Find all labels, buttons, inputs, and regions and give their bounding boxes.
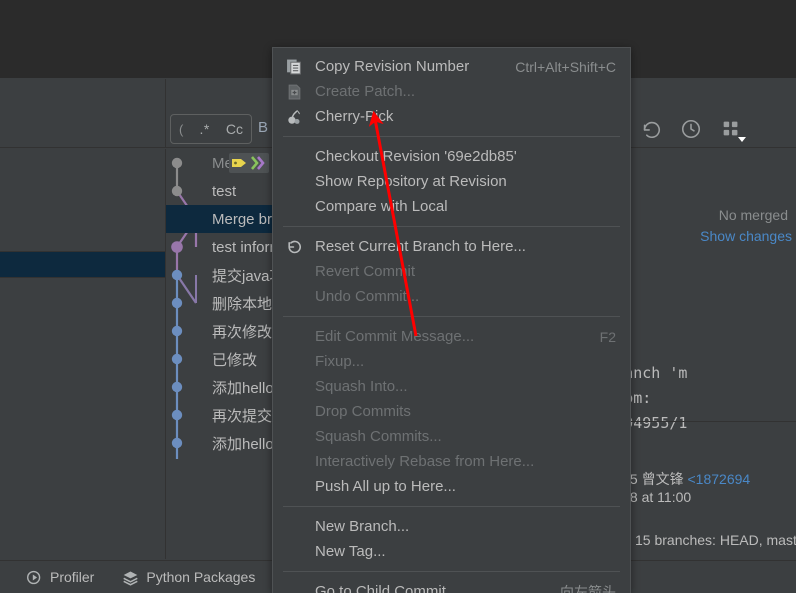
status-item-label: Python Packages <box>146 569 256 585</box>
commit-message-line: ithub.com: <box>627 389 652 407</box>
commit-context-menu[interactable]: Copy Revision Number Ctrl+Alt+Shift+C Cr… <box>272 47 631 593</box>
commit-author-email[interactable]: <1872694 <box>688 471 751 487</box>
menu-separator <box>283 506 620 507</box>
menu-item-new-tag[interactable]: New Tag... <box>273 539 630 564</box>
menu-item-label: Compare with Local <box>315 198 448 215</box>
left-pane-divider-bottom <box>0 277 165 278</box>
menu-item-squash-into: Squash Into... <box>273 374 630 399</box>
details-panel-divider <box>627 421 796 422</box>
menu-item-squash-commits: Squash Commits... <box>273 424 630 449</box>
menu-item-label: Undo Commit... <box>315 288 420 305</box>
menu-item-reset-current-branch-to-here[interactable]: Reset Current Branch to Here... <box>273 234 630 259</box>
menu-item-push-all-up-to-here[interactable]: Push All up to Here... <box>273 474 630 499</box>
menu-item-label: Checkout Revision '69e2db85' <box>315 148 517 165</box>
menu-item-label: Go to Child Commit <box>315 583 446 593</box>
menu-item-accel: F2 <box>599 328 616 345</box>
commit-author-line: e2db85 曾文锋 <1872694 <box>627 469 750 489</box>
menu-item-label: Fixup... <box>315 353 365 370</box>
regex-paren-label: ( <box>179 121 184 137</box>
history-icon[interactable] <box>680 118 702 140</box>
patch-icon <box>288 84 301 99</box>
menu-item-compare-with-local[interactable]: Compare with Local <box>273 194 630 219</box>
commit-message-label: test <box>212 182 237 200</box>
toolbar-icon-group <box>640 118 746 142</box>
app-window: ( .* Cc B test Merge bra test inform 提交j… <box>0 0 796 593</box>
menu-item-copy-revision-number[interactable]: Copy Revision Number Ctrl+Alt+Shift+C <box>273 54 630 79</box>
commit-message-label: 已修改 <box>212 351 258 369</box>
menu-item-label: Push All up to Here... <box>315 478 456 495</box>
branch-filter-label[interactable]: B <box>258 119 268 136</box>
commit-date-line: 20/9/28 at 11:00 <box>627 489 692 505</box>
menu-item-label: New Tag... <box>315 543 386 560</box>
packages-icon <box>123 571 139 586</box>
commit-message-line: erge branch 'm <box>627 364 688 382</box>
menu-item-checkout-revision[interactable]: Checkout Revision '69e2db85' <box>273 144 630 169</box>
commit-hash-author: e2db85 曾文锋 <box>627 471 684 487</box>
reset-icon <box>288 240 302 253</box>
left-pane-selected-row[interactable] <box>0 252 165 277</box>
profiler-icon <box>27 570 41 584</box>
grid-dropdown-icon[interactable] <box>720 118 746 142</box>
no-merged-label: No merged <box>718 207 788 223</box>
menu-item-new-branch[interactable]: New Branch... <box>273 514 630 539</box>
menu-item-interactively-rebase-from-here: Interactively Rebase from Here... <box>273 449 630 474</box>
regex-filter-box[interactable]: ( .* Cc <box>170 114 252 144</box>
menu-item-label: Squash Commits... <box>315 428 442 445</box>
commit-branches-line: 15 branches: HEAD, mast <box>635 532 796 548</box>
match-case-label: Cc <box>225 121 243 137</box>
menu-item-fixup: Fixup... <box>273 349 630 374</box>
menu-item-show-repository-at-revision[interactable]: Show Repository at Revision <box>273 169 630 194</box>
menu-item-label: Cherry-Pick <box>315 108 394 125</box>
menu-item-label: Reset Current Branch to Here... <box>315 238 526 255</box>
menu-separator <box>283 136 620 137</box>
revert-icon[interactable] <box>640 118 662 140</box>
cherry-icon <box>288 109 300 124</box>
menu-item-label: Drop Commits <box>315 403 411 420</box>
menu-item-create-patch: Create Patch... <box>273 79 630 104</box>
commit-message-label: Merge bra <box>212 210 281 228</box>
status-item-label: Profiler <box>50 569 95 585</box>
commit-message-label: 添加hellof <box>212 435 278 453</box>
double-chevron-icon <box>251 156 265 170</box>
commit-details-panel: No merged Show changes erge branch 'm it… <box>627 149 796 559</box>
regex-star-label: .* <box>199 121 210 137</box>
menu-item-label: Revert Commit <box>315 263 416 280</box>
commit-message-line: wf1872694955/1 <box>627 414 688 432</box>
toolbar-divider-left <box>165 79 166 148</box>
menu-item-label: Edit Commit Message... <box>315 328 475 345</box>
copy-icon <box>287 59 301 74</box>
menu-item-label: Squash Into... <box>315 378 408 395</box>
menu-item-go-to-child-commit[interactable]: Go to Child Commit 向左箭头 <box>273 579 630 593</box>
menu-item-cherry-pick[interactable]: Cherry-Pick <box>273 104 630 129</box>
tag-icon <box>232 159 246 167</box>
menu-item-label: Interactively Rebase from Here... <box>315 453 535 470</box>
menu-item-revert-commit: Revert Commit <box>273 259 630 284</box>
status-item-python-packages[interactable]: Python Packages <box>122 569 255 586</box>
show-changes-link[interactable]: Show changes <box>700 228 792 244</box>
menu-item-label: Create Patch... <box>315 83 416 100</box>
menu-item-label: Show Repository at Revision <box>315 173 507 190</box>
branch-tag-badge[interactable] <box>229 153 269 173</box>
status-item-profiler[interactable]: Profiler <box>26 569 94 586</box>
menu-item-accel: 向左箭头 <box>560 583 616 593</box>
menu-item-label: New Branch... <box>315 518 410 535</box>
menu-item-undo-commit: Undo Commit... <box>273 284 630 309</box>
menu-item-edit-commit-message: Edit Commit Message... F2 <box>273 324 630 349</box>
menu-item-accel: Ctrl+Alt+Shift+C <box>515 58 616 75</box>
menu-separator <box>283 226 620 227</box>
menu-item-label: Copy Revision Number <box>315 58 470 75</box>
menu-item-drop-commits: Drop Commits <box>273 399 630 424</box>
menu-separator <box>283 571 620 572</box>
commit-message-body: erge branch 'm ithub.com: wf1872694955/1 <box>627 361 687 436</box>
menu-separator <box>283 316 620 317</box>
